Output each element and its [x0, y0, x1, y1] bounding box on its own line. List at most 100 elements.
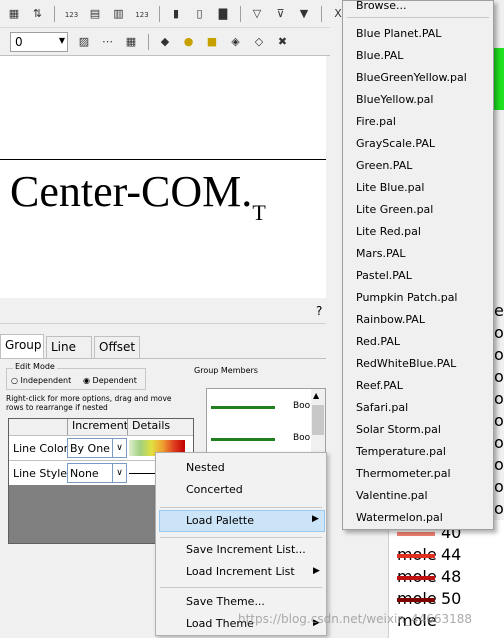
- menu-item-palette[interactable]: Lite Red.pal: [356, 223, 421, 241]
- legend-entry: 50 mole: [397, 589, 462, 630]
- chevron-down-icon[interactable]: ∨: [112, 464, 126, 482]
- menu-item-palette[interactable]: Fire.pal: [356, 113, 396, 131]
- row-label: Line Style: [13, 467, 68, 480]
- menu-item-concerted[interactable]: Concerted: [186, 480, 243, 500]
- sort-icon[interactable]: ⇅: [30, 6, 46, 22]
- histogram-icon[interactable]: ▇: [215, 6, 231, 22]
- legend-entry: 48 mole: [397, 566, 504, 608]
- menu-item-browse[interactable]: Browse...: [356, 0, 407, 15]
- graph-canvas[interactable]: Center-COM.T: [0, 56, 326, 298]
- header-increment: Increment: [67, 419, 128, 435]
- menu-item-palette[interactable]: Blue.PAL: [356, 47, 403, 65]
- tab-group[interactable]: Group: [0, 334, 44, 358]
- radio-dependent[interactable]: ◉ Dependent: [83, 376, 137, 385]
- radio-independent[interactable]: ○ Independent: [11, 376, 71, 385]
- divider: [0, 159, 326, 160]
- filter-icon[interactable]: ▽: [249, 6, 265, 22]
- title-text: Center-COM.: [10, 167, 253, 216]
- pattern-icon[interactable]: ▨: [76, 34, 92, 50]
- menu-item-palette[interactable]: BlueGreenYellow.pal: [356, 69, 467, 87]
- menu-item-palette[interactable]: Thermometer.pal: [356, 465, 451, 483]
- menu-item-palette[interactable]: BlueYellow.pal: [356, 91, 433, 109]
- menu-item-palette[interactable]: GrayScale.PAL: [356, 135, 435, 153]
- chevron-up-icon[interactable]: ▲: [313, 391, 319, 400]
- legend-entry: 44 mole: [397, 544, 504, 586]
- chevron-down-icon[interactable]: ∨: [112, 439, 126, 457]
- header-details: Details: [127, 419, 193, 435]
- toolbar-row-1: ▦ ⇅ 123 ▤ ▥ 123 ▮ ▯ ▇ ▽ ⊽ ▼ X Y Z: [0, 0, 389, 28]
- group-icon[interactable]: ◈: [228, 34, 244, 50]
- row-label: Line Color: [13, 442, 69, 455]
- menu-item-palette[interactable]: Mars.PAL: [356, 245, 406, 263]
- menu-item-save-theme[interactable]: Save Theme...: [186, 592, 265, 612]
- increment-select[interactable]: By One ∨: [67, 438, 127, 458]
- menu-item-palette[interactable]: Watermelon.pal: [356, 509, 443, 527]
- edit-mode-label: Edit Mode: [13, 362, 57, 371]
- ungroup-icon[interactable]: ◇: [251, 34, 267, 50]
- page-title: Center-COM.T: [10, 166, 266, 239]
- table-icon[interactable]: ▤: [87, 6, 103, 22]
- column-chart-icon[interactable]: ▯: [192, 6, 208, 22]
- menu-item-palette[interactable]: Red.PAL: [356, 333, 400, 351]
- line-width-value: 0: [15, 35, 23, 49]
- folder-icon[interactable]: ■: [204, 34, 220, 50]
- menu-item-palette[interactable]: Rainbow.PAL: [356, 311, 425, 329]
- hint-text: Right-click for more options, drag and m…: [6, 394, 172, 412]
- menu-item-nested[interactable]: Nested: [186, 458, 225, 478]
- menu-item-save-increment-list[interactable]: Save Increment List...: [186, 540, 306, 560]
- filter-edit-icon[interactable]: ▼: [296, 6, 312, 22]
- edit-mode-group: Edit Mode ○ Independent ◉ Dependent: [6, 362, 146, 390]
- tab-line[interactable]: Line: [46, 336, 92, 358]
- menu-item-palette[interactable]: Green.PAL: [356, 157, 412, 175]
- menu-item-palette[interactable]: Temperature.pal: [356, 443, 446, 461]
- number-format-icon-2[interactable]: 123: [134, 7, 150, 23]
- list-item[interactable]: Boo: [293, 433, 310, 443]
- toolbar-row-2: 0 ▼ ▨ ⋯ ▦ ◆ ● ■ ◈ ◇ ✖: [0, 28, 330, 56]
- group-members-label: Group Members: [194, 366, 258, 375]
- menu-item-palette[interactable]: Pastel.PAL: [356, 267, 412, 285]
- menu-item-load-palette[interactable]: Load Palette ▶: [159, 510, 325, 532]
- panel-titlebar: ?: [0, 298, 326, 324]
- menu-item-palette[interactable]: Lite Green.pal: [356, 201, 433, 219]
- number-format-icon[interactable]: 123: [64, 7, 80, 23]
- list-item[interactable]: Boo: [293, 401, 310, 411]
- filter-clear-icon[interactable]: ⊽: [273, 6, 289, 22]
- bar-chart-icon[interactable]: ▮: [168, 6, 184, 22]
- increment-select[interactable]: None ∨: [67, 463, 127, 483]
- legend-fragments: e o o o o o o o o o: [494, 301, 504, 518]
- delete-icon[interactable]: ✖: [275, 34, 291, 50]
- grid-icon[interactable]: ▦: [6, 6, 22, 22]
- legend-swatch: [397, 553, 435, 558]
- table-icon-2[interactable]: ▥: [111, 6, 127, 22]
- line-style-icon[interactable]: ⋯: [100, 34, 116, 50]
- line-width-combo[interactable]: 0 ▼: [10, 32, 68, 52]
- tab-offset[interactable]: Offset: [94, 336, 140, 358]
- menu-item-palette[interactable]: Safari.pal: [356, 399, 408, 417]
- palette-icon[interactable]: ●: [181, 34, 197, 50]
- scrollbar-thumb[interactable]: [312, 405, 324, 435]
- chevron-down-icon[interactable]: ▼: [59, 36, 65, 45]
- menu-item-palette[interactable]: Lite Blue.pal: [356, 179, 424, 197]
- border-icon[interactable]: ▦: [123, 34, 139, 50]
- title-subscript: T: [252, 200, 266, 225]
- menu-item-palette[interactable]: Reef.PAL: [356, 377, 403, 395]
- member-line-sample: [211, 406, 275, 409]
- chevron-right-icon: ▶: [312, 514, 319, 524]
- layer-icon[interactable]: ◆: [157, 34, 173, 50]
- menu-item-palette[interactable]: Pumpkin Patch.pal: [356, 289, 458, 307]
- menu-item-label: Load Palette: [186, 514, 254, 527]
- member-line-sample: [211, 438, 275, 441]
- palette-submenu: Browse... Blue Planet.PAL Blue.PAL BlueG…: [342, 0, 494, 530]
- menu-item-palette[interactable]: Solar Storm.pal: [356, 421, 441, 439]
- menu-item-palette[interactable]: Blue Planet.PAL: [356, 25, 441, 43]
- context-menu: Nested Concerted Load Palette ▶ Save Inc…: [155, 452, 327, 636]
- green-block: [494, 48, 504, 110]
- menu-item-load-increment-list[interactable]: Load Increment List: [186, 562, 295, 582]
- help-button[interactable]: ?: [316, 304, 322, 318]
- legend-swatch: [397, 575, 435, 580]
- menu-item-palette[interactable]: RedWhiteBlue.PAL: [356, 355, 456, 373]
- legend-swatch: [397, 531, 435, 536]
- watermark: https://blog.csdn.net/weixin_44663188: [238, 612, 473, 626]
- chevron-right-icon: ▶: [313, 566, 320, 576]
- menu-item-palette[interactable]: Valentine.pal: [356, 487, 428, 505]
